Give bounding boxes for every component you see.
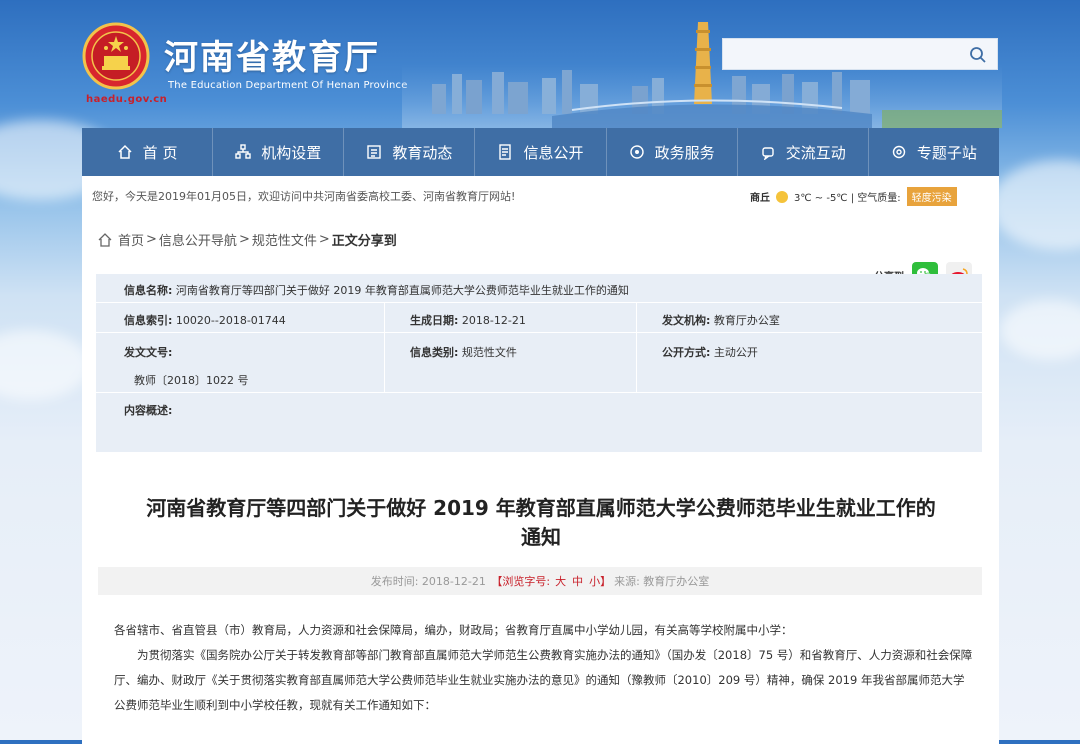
welcome-bar: 您好，今天是2019年01月05日，欢迎访问中共河南省委高校工委、河南省教育厅网… bbox=[82, 176, 999, 215]
nav-label: 教育动态 bbox=[392, 143, 453, 162]
breadcrumb-separator: > bbox=[318, 232, 330, 247]
nav-item-info[interactable]: 信息公开 bbox=[475, 128, 607, 176]
weather-temp: 3℃ ~ -5℃ | 空气质量: bbox=[794, 193, 901, 204]
info-org-label: 发文机构: bbox=[662, 314, 711, 327]
info-docno-label: 发文文号: bbox=[124, 346, 173, 359]
info-icon bbox=[499, 144, 512, 160]
main-nav: 首 页 机构设置 教育动态 信息公开 政务服务 交流互动 专题子站 bbox=[82, 128, 999, 176]
divider bbox=[384, 302, 385, 392]
nav-label: 信息公开 bbox=[523, 143, 584, 162]
info-category-cell: 信息类别: 规范性文件 bbox=[410, 344, 517, 360]
nav-item-chat[interactable]: 交流互动 bbox=[738, 128, 869, 176]
info-date-cell: 生成日期: 2018-12-21 bbox=[410, 312, 526, 328]
nav-label: 首 页 bbox=[142, 143, 178, 162]
nav-label: 交流互动 bbox=[785, 143, 846, 162]
info-docno-label-cell: 发文文号: bbox=[124, 344, 172, 360]
info-name-label: 信息名称: bbox=[124, 284, 173, 297]
home-icon bbox=[98, 232, 112, 247]
site-url: haedu.gov.cn bbox=[86, 94, 168, 105]
info-category-label: 信息类别: bbox=[410, 346, 459, 359]
font-size-small-button[interactable]: 小】 bbox=[589, 573, 611, 589]
article-title-line: 河南省教育厅等四部门关于做好 2019 年教育部直属师范大学公费师范毕业生就业工… bbox=[146, 496, 936, 520]
info-index-label: 信息索引: bbox=[124, 314, 173, 327]
info-open-label: 公开方式: bbox=[662, 346, 711, 359]
content-panel: 首页 > 信息公开导航 > 规范性文件 > 正文 分享到 分享到 bbox=[82, 214, 999, 744]
info-docno-value: 教师〔2018〕1022 号 bbox=[134, 374, 249, 387]
site-subtitle: The Education Department Of Henan Provin… bbox=[168, 80, 408, 91]
breadcrumb-share-label: 分享到 bbox=[357, 234, 397, 249]
paragraph: 为贯彻落实《国务院办公厅关于转发教育部等部门教育部直属师范大学师范生公费教育实施… bbox=[114, 648, 973, 712]
font-size-large-button[interactable]: 大 bbox=[555, 573, 566, 589]
topic-icon bbox=[892, 145, 906, 159]
search-box bbox=[722, 38, 998, 70]
nav-item-org[interactable]: 机构设置 bbox=[213, 128, 345, 176]
meta-time: 2018-12-21 bbox=[421, 574, 486, 588]
breadcrumb: 首页 > 信息公开导航 > 规范性文件 > 正文 分享到 bbox=[98, 230, 397, 249]
news-icon bbox=[367, 145, 382, 159]
breadcrumb-separator: > bbox=[238, 232, 250, 247]
article-meta: 发布时间: 2018-12-21 【浏览字号: 大 中 小】 来源: 教育厅办公… bbox=[98, 567, 982, 595]
info-category-value: 规范性文件 bbox=[461, 346, 517, 359]
weather-city: 商丘 bbox=[750, 193, 770, 204]
info-org-value: 教育厅办公室 bbox=[713, 314, 780, 327]
site-title: 河南省教育厅 bbox=[164, 38, 380, 78]
nav-item-service[interactable]: 政务服务 bbox=[607, 128, 738, 176]
info-date-label: 生成日期: bbox=[410, 314, 459, 327]
service-icon bbox=[629, 145, 644, 159]
nav-item-home[interactable]: 首 页 bbox=[82, 128, 214, 176]
meta-time-label: 发布时间: bbox=[370, 575, 419, 588]
cloud-decoration bbox=[1000, 300, 1080, 360]
divider bbox=[96, 332, 982, 333]
info-org-cell: 发文机构: 教育厅办公室 bbox=[662, 312, 780, 328]
info-name-row: 信息名称: 河南省教育厅等四部门关于做好 2019 年教育部直属师范大学公费师范… bbox=[124, 282, 629, 298]
welcome-message: 您好，今天是2019年01月05日，欢迎访问中共河南省委高校工委、河南省教育厅网… bbox=[92, 190, 516, 203]
search-input[interactable] bbox=[729, 44, 963, 66]
chat-icon bbox=[762, 147, 774, 160]
info-summary-label: 内容概述: bbox=[124, 404, 173, 417]
article-title: 河南省教育厅等四部门关于做好 2019 年教育部直属师范大学公费师范毕业生就业工… bbox=[106, 494, 976, 552]
info-name-value: 河南省教育厅等四部门关于做好 2019 年教育部直属师范大学公费师范毕业生就业工… bbox=[175, 284, 629, 297]
info-docno-value-cell: 教师〔2018〕1022 号 bbox=[134, 372, 249, 388]
air-quality-badge: 轻度污染 bbox=[906, 187, 957, 206]
font-size-medium-button[interactable]: 中 bbox=[572, 573, 583, 589]
article-title-line: 通知 bbox=[521, 525, 561, 549]
nav-item-topic[interactable]: 专题子站 bbox=[869, 128, 999, 176]
org-icon bbox=[235, 144, 251, 159]
info-open-value: 主动公开 bbox=[713, 346, 758, 359]
cloud-decoration bbox=[0, 330, 90, 400]
breadcrumb-regulations[interactable]: 规范性文件 bbox=[252, 230, 317, 249]
nav-label: 政务服务 bbox=[654, 143, 715, 162]
paragraph: 各省辖市、省直管县（市）教育局，人力资源和社会保障局，编办，财政局；省教育厅直属… bbox=[114, 623, 793, 637]
nav-label: 专题子站 bbox=[916, 143, 977, 162]
search-icon[interactable] bbox=[969, 46, 987, 64]
nav-item-news[interactable]: 教育动态 bbox=[344, 128, 476, 176]
home-icon bbox=[118, 144, 132, 159]
info-table: 信息名称: 河南省教育厅等四部门关于做好 2019 年教育部直属师范大学公费师范… bbox=[96, 274, 982, 452]
breadcrumb-home[interactable]: 首页 bbox=[118, 230, 144, 249]
divider bbox=[96, 392, 982, 393]
divider bbox=[636, 302, 637, 392]
info-index-value: 10020--2018-01744 bbox=[175, 314, 286, 327]
meta-source: 教育厅办公室 bbox=[643, 575, 710, 588]
breadcrumb-info-nav[interactable]: 信息公开导航 bbox=[159, 230, 237, 249]
city-skyline-image bbox=[402, 22, 1002, 128]
meta-source-label: 来源: bbox=[614, 575, 640, 588]
article-body: 各省辖市、省直管县（市）教育局，人力资源和社会保障局，编办，财政局；省教育厅直属… bbox=[114, 618, 974, 718]
divider bbox=[96, 302, 982, 303]
cloud-decoration bbox=[990, 160, 1080, 250]
info-open-cell: 公开方式: 主动公开 bbox=[662, 344, 758, 360]
breadcrumb-current: 正文 bbox=[331, 234, 358, 249]
nav-label: 机构设置 bbox=[261, 143, 322, 162]
font-size-label: 【浏览字号: bbox=[491, 575, 551, 588]
site-header: haedu.gov.cn 河南省教育厅 The Education Depart… bbox=[82, 14, 1002, 128]
sun-icon bbox=[776, 190, 788, 203]
weather-widget: 商丘 3℃ ~ -5℃ | 空气质量: 轻度污染 bbox=[750, 187, 957, 206]
national-emblem-icon bbox=[82, 22, 150, 90]
breadcrumb-separator: > bbox=[146, 232, 157, 247]
info-summary-cell: 内容概述: bbox=[124, 402, 172, 418]
info-date-value: 2018-12-21 bbox=[461, 314, 526, 327]
info-index-cell: 信息索引: 10020--2018-01744 bbox=[124, 312, 286, 328]
